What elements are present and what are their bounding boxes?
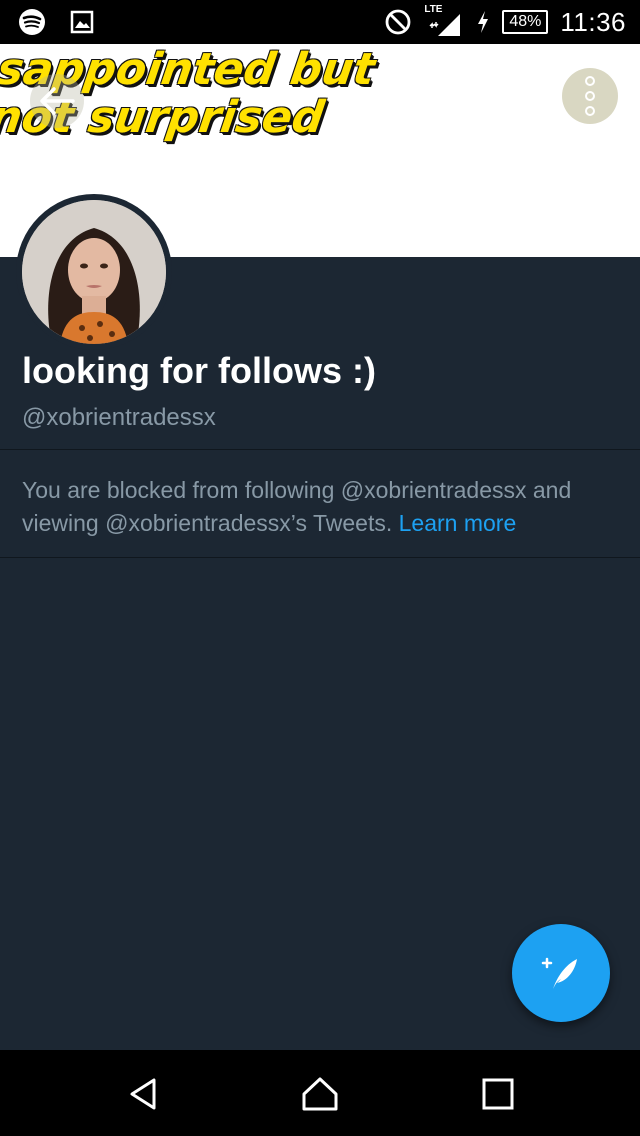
clock: 11:36 — [560, 6, 626, 37]
dot-icon — [585, 91, 595, 101]
divider — [0, 449, 640, 450]
status-icons: LTE 48% 11:36 — [384, 0, 626, 44]
charging-icon — [478, 11, 489, 33]
compose-feather-icon — [541, 957, 577, 989]
profile-handle: @xobrientradessx — [22, 404, 216, 431]
notification-icons — [18, 8, 94, 36]
do-not-disturb-icon — [385, 9, 411, 35]
arrow-left-icon — [40, 87, 75, 115]
home-nav-icon[interactable] — [300, 1074, 340, 1114]
overflow-menu-button[interactable] — [562, 68, 618, 124]
recents-nav-icon[interactable] — [478, 1074, 518, 1114]
battery-icon: 48% — [502, 10, 549, 34]
profile-display-name: looking for follows :) — [22, 350, 376, 391]
compose-tweet-button[interactable] — [512, 924, 610, 1022]
blocked-notice: You are blocked from following @xobrient… — [22, 474, 622, 540]
avatar-image — [22, 200, 166, 344]
image-notification-icon — [70, 10, 94, 34]
profile-avatar[interactable] — [16, 194, 172, 350]
signal-icon: LTE — [424, 4, 464, 38]
dot-icon — [585, 76, 595, 86]
navigation-bar — [0, 1050, 640, 1136]
status-bar: LTE 48% 11:36 — [0, 0, 640, 44]
divider — [0, 557, 640, 558]
back-nav-icon[interactable] — [124, 1074, 164, 1114]
back-button[interactable] — [30, 74, 84, 128]
spotify-icon — [19, 9, 45, 35]
learn-more-link[interactable]: Learn more — [399, 510, 517, 536]
dot-icon — [585, 106, 595, 116]
